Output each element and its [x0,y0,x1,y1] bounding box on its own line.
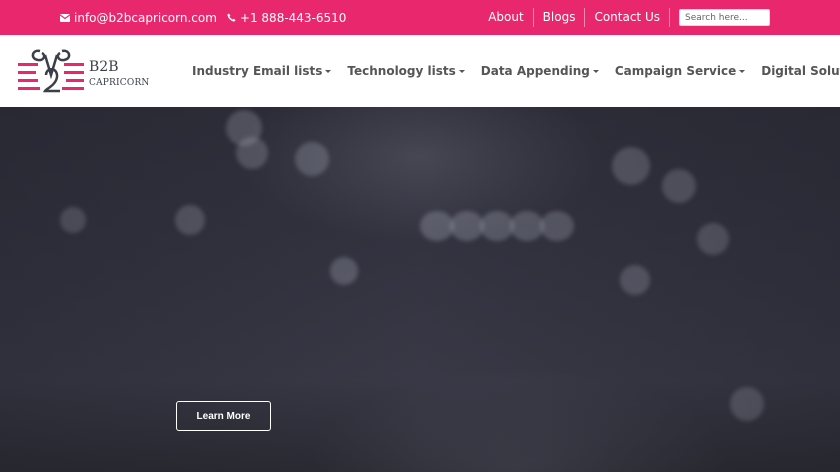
link-blogs[interactable]: Blogs [534,8,586,27]
logo-text-capricorn: CAPRICORN [89,78,150,88]
menu-label: Industry Email lists [192,64,323,78]
menu-label: Technology lists [347,64,456,78]
menu-item-industry-email-lists[interactable]: Industry Email lists [192,64,332,78]
phone-text: +1 888-443-6510 [239,10,347,25]
menu-item-technology-lists[interactable]: Technology lists [347,64,465,78]
top-links: About Blogs Contact Us [479,0,840,35]
logo-text-b2b: B2B [89,59,119,75]
envelope-icon [60,13,70,22]
contact-info: info@b2bcapricorn.com +1 888-443-6510 [60,0,356,35]
menu-item-digital-solutions[interactable]: Digital Solutions [761,64,840,78]
phone-icon [227,13,236,22]
phone-contact[interactable]: +1 888-443-6510 [227,10,347,25]
caret-down-icon [739,70,746,73]
email-contact[interactable]: info@b2bcapricorn.com [60,11,217,25]
site-logo[interactable]: B2B CAPRICORN [18,45,158,97]
hero-overlay [0,107,840,472]
caret-down-icon [592,70,599,73]
menu-label: Data Appending [480,64,590,78]
learn-more-button[interactable]: Learn More [176,401,271,431]
menu-label: Campaign Service [614,64,737,78]
link-contact-us[interactable]: Contact Us [585,8,670,27]
menu-item-campaign-service[interactable]: Campaign Service [614,64,746,78]
menu-label: Digital Solutions [761,64,840,78]
email-text: info@b2bcapricorn.com [74,10,217,25]
main-navbar: B2B CAPRICORN Industry Email lists Techn… [0,35,840,107]
caret-down-icon [458,70,465,73]
link-about[interactable]: About [479,8,534,27]
top-bar: info@b2bcapricorn.com +1 888-443-6510 Ab… [0,0,840,35]
caret-down-icon [325,70,332,73]
hero-banner: Learn More [0,107,840,472]
search-input[interactable] [679,9,770,26]
menu-item-data-appending[interactable]: Data Appending [481,64,599,78]
main-menu: Industry Email lists Technology lists Da… [192,35,840,107]
capricorn-logo-mark [18,49,84,93]
